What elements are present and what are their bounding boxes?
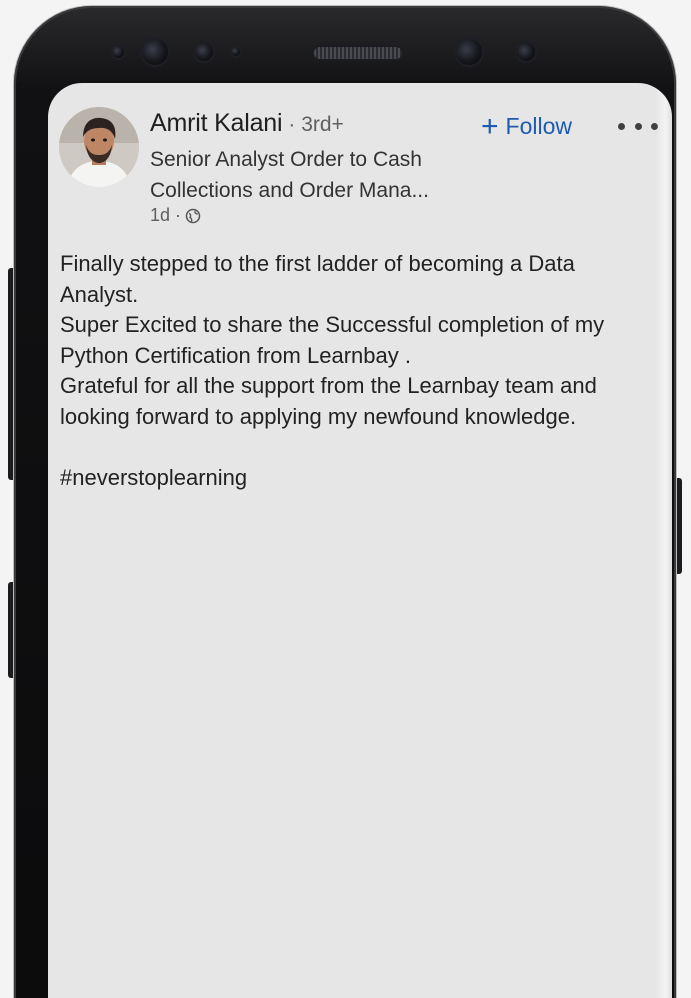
connection-degree: · 3rd+: [288, 113, 344, 136]
iris-scanner-icon: [456, 39, 482, 65]
post-text: Finally stepped to the first ladder of b…: [60, 249, 660, 494]
phone-screen: Amrit Kalani · 3rd+ Senior Analyst Order…: [48, 83, 672, 998]
front-camera-icon: [142, 39, 168, 65]
headline-line: Collections and Order Mana...: [150, 179, 429, 202]
led-indicator: [231, 47, 240, 56]
earpiece-speaker: [314, 47, 402, 59]
headline-line: Senior Analyst Order to Cash: [150, 148, 422, 171]
follow-button[interactable]: + Follow: [481, 109, 572, 143]
post-text-line: Analyst.: [60, 281, 139, 307]
post-time: 1d ·: [150, 205, 182, 225]
post-text-line: Finally stepped to the first ladder of b…: [60, 251, 575, 276]
phone-body: Amrit Kalani · 3rd+ Senior Analyst Order…: [14, 6, 676, 998]
iris-led-icon: [517, 43, 535, 61]
more-options-icon[interactable]: [618, 123, 658, 133]
screen-edge-glare: [656, 83, 672, 998]
plus-icon: +: [481, 109, 499, 143]
author-headline: Senior Analyst Order to Cash Collections…: [150, 144, 490, 206]
post-text-line: looking forward to applying my newfound …: [60, 403, 577, 429]
light-sensor: [195, 43, 213, 61]
proximity-sensor: [112, 46, 124, 58]
avatar[interactable]: [59, 107, 139, 187]
phone-mockup: Amrit Kalani · 3rd+ Senior Analyst Order…: [0, 0, 691, 998]
hashtag-link[interactable]: #neverstoplearning: [60, 463, 660, 494]
post-text-line: Super Excited to share the Successful co…: [60, 312, 605, 338]
post-text-line: Grateful for all the support from the Le…: [60, 373, 597, 399]
author-name[interactable]: Amrit Kalani: [150, 109, 283, 138]
dot: [618, 123, 625, 130]
post-meta: 1d ·: [150, 205, 201, 226]
post-text-line: Python Certification from Learnbay .: [60, 342, 411, 368]
globe-icon: [185, 208, 201, 224]
author-name-row: Amrit Kalani · 3rd+: [150, 109, 344, 138]
follow-label: Follow: [505, 113, 572, 139]
dot: [634, 123, 642, 130]
